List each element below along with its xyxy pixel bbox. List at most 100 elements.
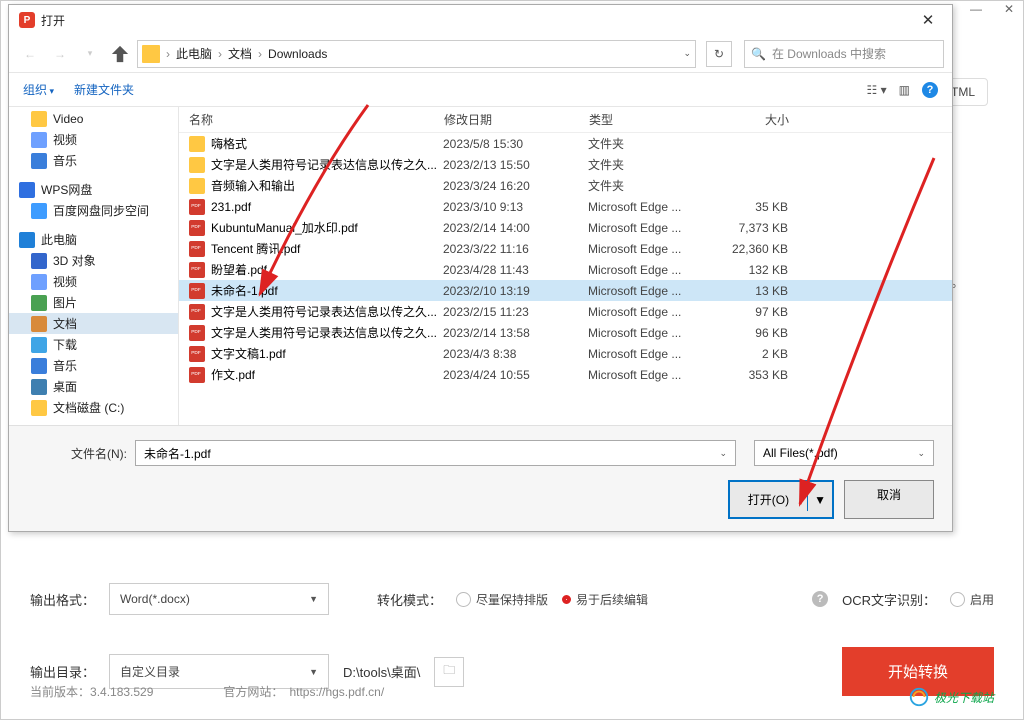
file-type: Microsoft Edge ...	[588, 305, 718, 319]
open-dropdown-button[interactable]: ▼	[807, 489, 832, 511]
preview-pane-button[interactable]: ▥	[899, 83, 910, 97]
ocr-enable-label: 启用	[970, 591, 994, 608]
sidebar-item[interactable]: 图片	[9, 292, 178, 313]
file-date: 2023/2/13 15:50	[443, 158, 588, 172]
pdf-icon	[189, 367, 205, 383]
col-size[interactable]: 大小	[719, 111, 789, 128]
sidebar-label: 3D 对象	[53, 252, 96, 269]
col-type[interactable]: 类型	[589, 111, 719, 128]
folder-icon	[189, 136, 205, 152]
crumb-1[interactable]: 文档	[224, 45, 256, 62]
sidebar-icon	[19, 182, 35, 198]
table-row[interactable]: 文字是人类用符号记录表达信息以传之久...2023/2/14 13:58Micr…	[179, 322, 952, 343]
info-icon: ?	[812, 591, 828, 607]
sidebar-item[interactable]: Video	[9, 108, 178, 129]
sidebar-item[interactable]: 百度网盘同步空间	[9, 200, 178, 221]
search-icon: 🔍	[751, 47, 766, 61]
file-type: Microsoft Edge ...	[588, 263, 718, 277]
table-row[interactable]: 文字是人类用符号记录表达信息以传之久...2023/2/15 11:23Micr…	[179, 301, 952, 322]
chevron-down-icon: ▼	[309, 594, 318, 604]
sidebar-icon	[31, 132, 47, 148]
organize-menu[interactable]: 组织	[23, 81, 54, 98]
address-bar[interactable]: › 此电脑 › 文档 › Downloads ⌄	[137, 40, 696, 68]
nav-forward-button[interactable]: →	[47, 41, 73, 67]
chevron-down-icon: ▼	[309, 667, 318, 677]
search-input[interactable]: 🔍 在 Downloads 中搜索	[744, 40, 944, 68]
view-mode-button[interactable]: ☷ ▾	[867, 83, 887, 97]
table-row[interactable]: 文字是人类用符号记录表达信息以传之久...2023/2/13 15:50文件夹	[179, 154, 952, 175]
filename-input[interactable]: 未命名-1.pdf ⌄	[135, 440, 736, 466]
file-type: Microsoft Edge ...	[588, 221, 718, 235]
mode-keep-layout-radio[interactable]: 尽量保持排版	[456, 591, 548, 608]
download-site-logo: 极光下载站	[908, 686, 994, 708]
site-link[interactable]: https://hgs.pdf.cn/	[289, 685, 384, 699]
cancel-button[interactable]: 取消	[844, 480, 934, 519]
close-button[interactable]: ✕	[1004, 2, 1014, 16]
refresh-button[interactable]: ↻	[706, 41, 732, 67]
new-folder-button[interactable]: 新建文件夹	[74, 81, 134, 98]
sidebar-item[interactable]: 文档磁盘 (C:)	[9, 397, 178, 418]
sidebar-item[interactable]: 3D 对象	[9, 250, 178, 271]
nav-recent-button[interactable]: ▾	[77, 41, 103, 67]
sidebar-item[interactable]: 桌面	[9, 376, 178, 397]
crumb-2[interactable]: Downloads	[264, 47, 331, 61]
mode-label: 转化模式：	[377, 590, 442, 609]
file-type: Microsoft Edge ...	[588, 284, 718, 298]
mode-easy-edit-radio[interactable]: 易于后续编辑	[562, 591, 648, 608]
sidebar-icon	[31, 400, 47, 416]
col-date[interactable]: 修改日期	[444, 111, 589, 128]
file-size: 2 KB	[718, 347, 788, 361]
sidebar-item[interactable]: 此电脑	[9, 229, 178, 250]
output-format-select[interactable]: Word(*.docx)▼	[109, 583, 329, 615]
sidebar-item[interactable]: 文档	[9, 313, 178, 334]
sidebar-icon	[31, 111, 47, 127]
help-icon[interactable]: ?	[922, 82, 938, 98]
minimize-button[interactable]: —	[970, 2, 982, 16]
file-name: 未命名-1.pdf	[211, 282, 443, 299]
ocr-label: OCR文字识别：	[842, 590, 936, 609]
dialog-close-button[interactable]: ✕	[908, 5, 948, 35]
chevron-down-icon[interactable]: ⌄	[719, 448, 727, 459]
filetype-filter[interactable]: All Files(*.pdf) ⌄	[754, 440, 934, 466]
table-row[interactable]: 作文.pdf2023/4/24 10:55Microsoft Edge ...3…	[179, 364, 952, 385]
table-row[interactable]: 文字文稿1.pdf2023/4/3 8:38Microsoft Edge ...…	[179, 343, 952, 364]
pdf-icon	[189, 304, 205, 320]
sidebar-label: Video	[53, 112, 83, 126]
table-row[interactable]: KubuntuManual_加水印.pdf2023/2/14 14:00Micr…	[179, 217, 952, 238]
output-dir-path: D:\tools\桌面\	[343, 662, 420, 681]
chevron-down-icon[interactable]: ⌄	[683, 48, 691, 59]
sidebar-item[interactable]: 视频	[9, 129, 178, 150]
nav-up-button[interactable]	[107, 41, 133, 67]
sidebar-item[interactable]: 音乐	[9, 355, 178, 376]
sidebar-item[interactable]: 下载	[9, 334, 178, 355]
open-button[interactable]: 打开(O) ▼	[728, 480, 834, 519]
sidebar-item[interactable]: 视频	[9, 271, 178, 292]
nav-back-button[interactable]: ←	[17, 41, 43, 67]
output-format-label: 输出格式：	[30, 590, 95, 609]
sidebar-label: 视频	[53, 273, 77, 290]
table-row[interactable]: 盼望着.pdf2023/4/28 11:43Microsoft Edge ...…	[179, 259, 952, 280]
folder-icon	[189, 178, 205, 194]
version-value: 3.4.183.529	[90, 685, 153, 699]
chevron-down-icon[interactable]: ⌄	[917, 448, 925, 459]
file-size: 132 KB	[718, 263, 788, 277]
sidebar-item[interactable]: WPS网盘	[9, 179, 178, 200]
sidebar-item[interactable]: 音乐	[9, 150, 178, 171]
table-row[interactable]: 未命名-1.pdf2023/2/10 13:19Microsoft Edge .…	[179, 280, 952, 301]
crumb-0[interactable]: 此电脑	[172, 45, 216, 62]
browse-folder-button[interactable]: 🗀	[434, 657, 464, 687]
file-name: 文字是人类用符号记录表达信息以传之久...	[211, 156, 443, 173]
col-name[interactable]: 名称	[189, 111, 444, 128]
file-name: 音频输入和输出	[211, 177, 443, 194]
table-row[interactable]: 音频输入和输出2023/3/24 16:20文件夹	[179, 175, 952, 196]
pdf-icon	[189, 283, 205, 299]
table-row[interactable]: 嗨格式2023/5/8 15:30文件夹	[179, 133, 952, 154]
table-row[interactable]: Tencent 腾讯.pdf2023/3/22 11:16Microsoft E…	[179, 238, 952, 259]
ocr-enable-radio[interactable]: 启用	[950, 591, 994, 608]
file-date: 2023/5/8 15:30	[443, 137, 588, 151]
mode-opt2-label: 易于后续编辑	[576, 591, 648, 608]
table-row[interactable]: 231.pdf2023/3/10 9:13Microsoft Edge ...3…	[179, 196, 952, 217]
dialog-title: 打开	[41, 12, 65, 29]
file-date: 2023/3/22 11:16	[443, 242, 588, 256]
sidebar-label: 音乐	[53, 152, 77, 169]
